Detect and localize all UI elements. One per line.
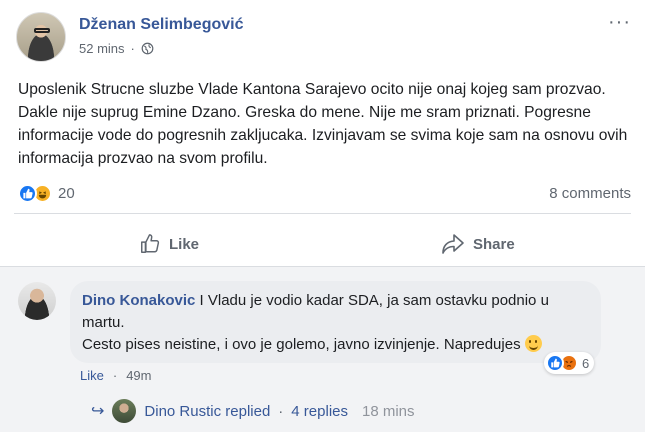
comment-bubble: Dino Konakovic I Vladu je vodio kadar SD… [70, 281, 601, 363]
comment-time[interactable]: 49m [126, 368, 151, 383]
commenter-avatar[interactable] [18, 282, 56, 320]
reply-arrow-icon: ↪ [91, 403, 105, 420]
smile-emoji-icon [524, 335, 542, 352]
comment-reactions[interactable]: 6 [544, 352, 595, 374]
divider [0, 266, 645, 267]
replies-dot: · [278, 402, 284, 420]
replier-name[interactable]: Dino Rustic replied [144, 403, 270, 420]
post-author-name[interactable]: Dženan Selimbegović [79, 16, 244, 34]
facebook-post: Dženan Selimbegović 52 mins · ··· Uposle… [0, 0, 645, 432]
post-timestamp[interactable]: 52 mins [79, 41, 125, 56]
view-replies-link[interactable]: ↪ Dino Rustic replied · 4 replies 18 min… [91, 399, 415, 423]
like-reaction-icon [546, 354, 564, 372]
comment-text-line2: Cesto pises neistine, i ovo je golemo, j… [82, 336, 521, 353]
like-label: Like [169, 235, 200, 253]
more-options-icon[interactable]: ··· [608, 12, 631, 32]
reaction-count: 20 [58, 185, 75, 202]
globe-icon[interactable] [141, 42, 154, 55]
replier-avatar [112, 399, 137, 423]
comment-actions: Like · 49m [80, 368, 152, 383]
share-button[interactable]: Share [441, 233, 515, 255]
post-meta: 52 mins · [79, 41, 154, 56]
share-label: Share [473, 235, 515, 253]
thumbs-up-icon [141, 234, 160, 253]
post-reactions[interactable]: 20 [18, 184, 75, 203]
share-arrow-icon [442, 234, 464, 254]
like-button[interactable]: Like [139, 233, 199, 255]
author-avatar[interactable] [16, 12, 66, 62]
replies-count[interactable]: 4 replies [291, 403, 348, 420]
comments-count[interactable]: 8 comments [549, 185, 631, 202]
comment-separator: I [199, 292, 204, 309]
comment-like-link[interactable]: Like [80, 368, 104, 383]
post-text: Uposlenik Strucne sluzbe Vlade Kantona S… [18, 81, 628, 167]
replies-time: 18 mins [362, 402, 415, 420]
divider [14, 213, 631, 214]
like-reaction-icon [18, 184, 37, 203]
comment-dot: · [112, 368, 118, 383]
comment-reaction-count: 6 [582, 355, 590, 371]
commenter-name[interactable]: Dino Konakovic [82, 292, 195, 309]
